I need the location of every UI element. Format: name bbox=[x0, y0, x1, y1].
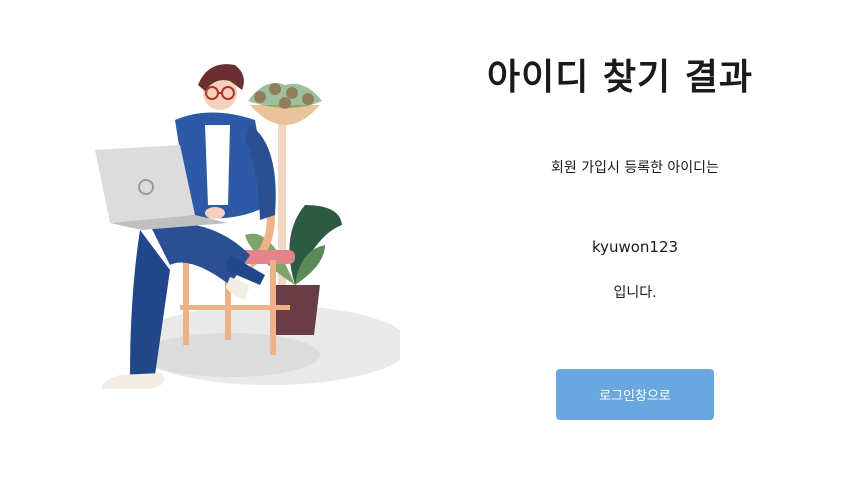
result-description: 회원 가입시 등록한 아이디는 bbox=[551, 160, 719, 176]
person-with-laptop-illustration bbox=[95, 64, 400, 389]
page-title: 아이디 찾기 결과 bbox=[487, 57, 753, 98]
go-to-login-button[interactable]: 로그인창으로 bbox=[556, 369, 714, 420]
result-suffix: 입니다. bbox=[613, 285, 657, 301]
find-id-result-page: 아이디 찾기 결과 회원 가입시 등록한 아이디는 kyuwon123 입니다.… bbox=[0, 0, 852, 498]
found-user-id: kyuwon123 bbox=[591, 238, 679, 256]
